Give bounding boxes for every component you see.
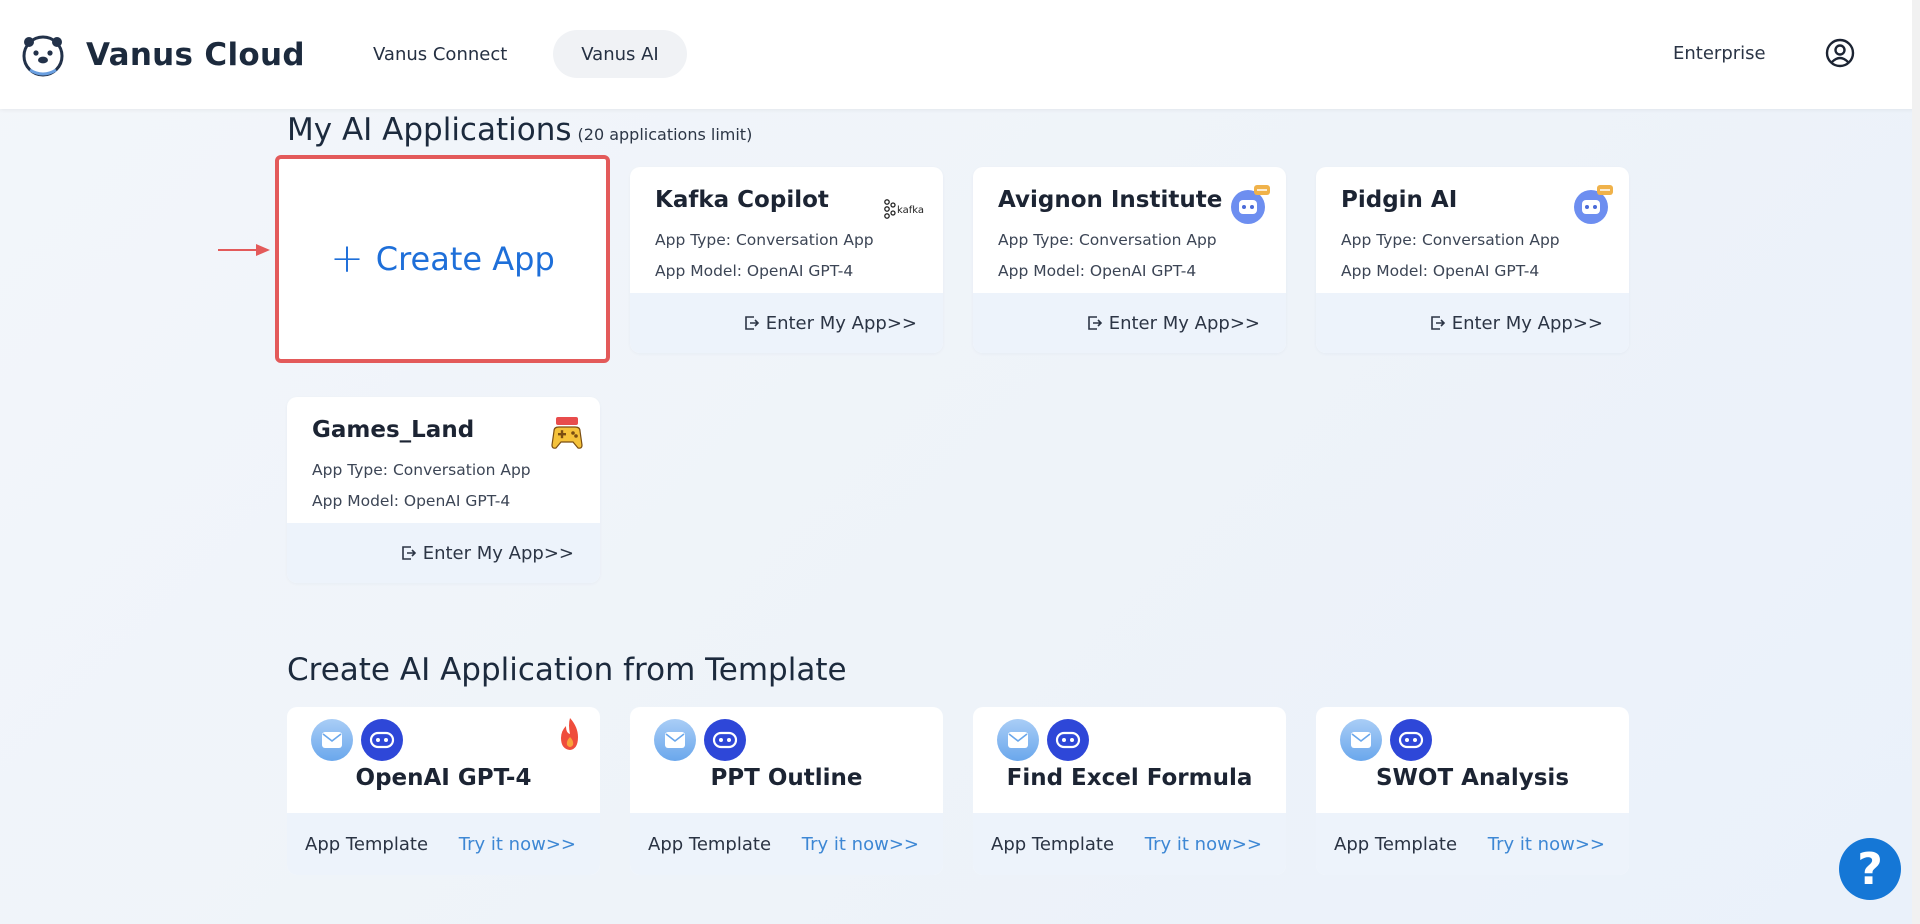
app-title: Kafka Copilot [655, 187, 829, 213]
template-card-openai-gpt4: OpenAI GPT-4 App Template Try it now>> [287, 707, 600, 875]
template-card-ppt-outline: PPT Outline App Template Try it now>> [630, 707, 943, 875]
create-app-label: Create App [375, 240, 555, 278]
mail-icon [311, 719, 353, 761]
try-it-now-link[interactable]: Try it now>> [459, 834, 576, 855]
question-mark-icon: ? [1857, 843, 1883, 895]
app-card-kafka-copilot: Kafka Copilot kafka App Type: Conversati… [630, 167, 943, 353]
fire-hot-icon [561, 718, 578, 750]
top-header: Vanus Cloud Vanus Connect Vanus AI Enter… [0, 0, 1920, 109]
template-footer: App Template Try it now>> [287, 813, 600, 875]
enter-my-app-button[interactable]: Enter My App>> [1316, 293, 1629, 353]
app-title: Games_Land [312, 417, 475, 443]
enterprise-link[interactable]: Enterprise [1673, 43, 1766, 64]
enter-my-app-button[interactable]: Enter My App>> [287, 523, 600, 583]
robot-chat-icon [1574, 185, 1613, 224]
enter-icon [401, 546, 416, 560]
tab-vanus-connect[interactable]: Vanus Connect [345, 30, 535, 78]
app-model: App Model: OpenAI GPT-4 [998, 262, 1197, 280]
try-it-now-link[interactable]: Try it now>> [1145, 834, 1262, 855]
template-label: App Template [991, 833, 1115, 855]
enter-my-app-label: Enter My App>> [765, 312, 917, 334]
template-icons [997, 719, 1097, 761]
robot-chat-icon [1231, 185, 1270, 224]
template-footer: App Template Try it now>> [1316, 813, 1629, 875]
template-title: SWOT Analysis [1375, 765, 1570, 791]
template-footer: App Template Try it now>> [973, 813, 1286, 875]
template-footer: App Template Try it now>> [630, 813, 943, 875]
robot-icon [1390, 719, 1432, 761]
template-title: Find Excel Formula [1006, 765, 1253, 791]
template-title: PPT Outline [710, 765, 863, 791]
template-title: OpenAI GPT-4 [355, 765, 532, 791]
help-button[interactable]: ? [1839, 838, 1901, 900]
enter-icon [1430, 316, 1445, 330]
my-apps-title: My AI Applications (20 applications limit… [287, 112, 752, 148]
templates-title: Create AI Application from Template [287, 652, 847, 688]
try-it-now-link[interactable]: Try it now>> [802, 834, 919, 855]
apps-limit: (20 applications limit) [577, 125, 753, 144]
app-card-avignon-institute: Avignon Institute App Type: Conversation… [973, 167, 1286, 353]
kafka-logo-text: kafka [897, 205, 924, 216]
template-icons [654, 719, 754, 761]
kafka-logo-icon: kafka [884, 199, 924, 219]
app-type: App Type: Conversation App [1341, 231, 1560, 249]
template-icons [1340, 719, 1440, 761]
app-model: App Model: OpenAI GPT-4 [1341, 262, 1540, 280]
template-label: App Template [648, 833, 772, 855]
enter-icon [1087, 316, 1102, 330]
app-type: App Type: Conversation App [998, 231, 1217, 249]
brand-name: Vanus Cloud [86, 37, 305, 73]
tab-vanus-ai[interactable]: Vanus AI [553, 30, 687, 78]
mail-icon [1340, 719, 1382, 761]
gamepad-icon [551, 417, 583, 449]
robot-icon [361, 719, 403, 761]
enter-my-app-label: Enter My App>> [422, 542, 574, 564]
mail-icon [654, 719, 696, 761]
enter-icon [744, 316, 759, 330]
my-apps-heading: My AI Applications [287, 112, 572, 148]
plus-icon: + [330, 236, 364, 282]
otter-logo-icon [22, 35, 64, 77]
template-label: App Template [305, 833, 429, 855]
try-it-now-link[interactable]: Try it now>> [1488, 834, 1605, 855]
create-app-button[interactable]: + Create App [275, 155, 610, 363]
app-model: App Model: OpenAI GPT-4 [312, 492, 511, 510]
template-label: App Template [1334, 833, 1458, 855]
app-type: App Type: Conversation App [655, 231, 874, 249]
app-card-pidgin-ai: Pidgin AI App Type: Conversation App App… [1316, 167, 1629, 353]
brand[interactable]: Vanus Cloud [20, 32, 305, 78]
pointer-arrow-icon [218, 244, 270, 256]
enter-my-app-label: Enter My App>> [1108, 312, 1260, 334]
app-type: App Type: Conversation App [312, 461, 531, 479]
app-title: Pidgin AI [1341, 187, 1458, 213]
robot-icon [704, 719, 746, 761]
template-card-find-excel-formula: Find Excel Formula App Template Try it n… [973, 707, 1286, 875]
enter-my-app-button[interactable]: Enter My App>> [973, 293, 1286, 353]
template-icons [311, 719, 411, 761]
enter-my-app-button[interactable]: Enter My App>> [630, 293, 943, 353]
mail-icon [997, 719, 1039, 761]
app-title: Avignon Institute [998, 187, 1223, 213]
app-card-games-land: Games_Land App Type: Conversation App Ap… [287, 397, 600, 583]
user-account-icon[interactable] [1825, 38, 1855, 68]
robot-icon [1047, 719, 1089, 761]
app-model: App Model: OpenAI GPT-4 [655, 262, 854, 280]
scrollbar[interactable] [1912, 0, 1920, 924]
enter-my-app-label: Enter My App>> [1451, 312, 1603, 334]
template-card-swot-analysis: SWOT Analysis App Template Try it now>> [1316, 707, 1629, 875]
